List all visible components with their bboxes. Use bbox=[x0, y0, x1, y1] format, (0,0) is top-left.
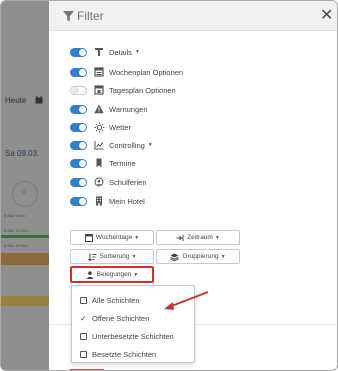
option-wetter[interactable]: Wetter bbox=[70, 120, 131, 134]
zeitraum-button[interactable]: Zeitraum ▼ bbox=[156, 230, 240, 245]
chevron-down-icon: ▼ bbox=[220, 253, 226, 260]
filter-icon bbox=[63, 11, 74, 22]
option-label: Details bbox=[109, 47, 132, 57]
arrow-right-to-line-icon bbox=[176, 234, 184, 241]
sun-icon bbox=[93, 121, 105, 133]
toggle-switch[interactable] bbox=[70, 177, 87, 187]
warning-icon bbox=[93, 103, 105, 115]
option-label: Termine bbox=[109, 158, 136, 168]
option-label: Tagesplan Optionen bbox=[109, 85, 176, 95]
checkmark-icon: ✓ bbox=[80, 313, 87, 323]
toggle-switch[interactable] bbox=[70, 158, 87, 168]
chevron-down-icon: ▼ bbox=[133, 271, 139, 278]
menu-item-besetzte-schichten[interactable]: Besetzte Schichten bbox=[80, 348, 156, 360]
time-summary-3: 0 Std. 15 Min. bbox=[4, 243, 29, 248]
calendar-week-icon bbox=[93, 66, 105, 78]
checkbox-icon[interactable] bbox=[80, 350, 87, 358]
option-label: Controlling bbox=[109, 140, 145, 150]
toggle-switch[interactable] bbox=[70, 196, 87, 206]
option-label: Wochenplan Optionen bbox=[109, 67, 184, 77]
filter-panel: Filter ✕ Details ▼ Wochenplan Optionen T… bbox=[49, 1, 337, 370]
option-wochenplan[interactable]: Wochenplan Optionen bbox=[70, 65, 183, 79]
option-label: Wetter bbox=[109, 122, 131, 132]
time-summary-1: 0 Std. 0 Min. bbox=[4, 213, 27, 218]
option-controlling[interactable]: Controlling ▼ bbox=[70, 138, 153, 152]
chart-line-icon bbox=[93, 139, 105, 151]
option-label: Warnungen bbox=[109, 104, 148, 114]
toggle-switch[interactable] bbox=[70, 85, 87, 95]
time-summary-2: 0 Std. 15 Min. bbox=[4, 228, 29, 233]
info-icon bbox=[93, 46, 105, 58]
today-label: Heute bbox=[5, 96, 27, 105]
option-label: Mein Hotel bbox=[109, 196, 145, 206]
chevron-down-icon: ▼ bbox=[214, 234, 220, 241]
chevron-down-icon: ▼ bbox=[134, 49, 140, 55]
summary-circle: 0 bbox=[12, 181, 38, 207]
sort-icon bbox=[87, 253, 97, 261]
option-mein-hotel[interactable]: Mein Hotel bbox=[70, 194, 145, 208]
option-termine[interactable]: Termine bbox=[70, 156, 136, 170]
calendar-icon bbox=[35, 96, 43, 106]
checkbox-icon[interactable] bbox=[80, 296, 87, 304]
date-label: Sa 09.03. bbox=[5, 149, 40, 158]
belegungen-button[interactable]: Belegungen ▼ bbox=[70, 266, 154, 283]
option-label: Schulferien bbox=[109, 177, 147, 187]
toggle-switch[interactable] bbox=[70, 47, 87, 57]
chevron-down-icon: ▼ bbox=[134, 234, 140, 241]
panel-header: Filter ✕ bbox=[49, 1, 337, 31]
option-warnungen[interactable]: Warnungen bbox=[70, 102, 148, 116]
toggle-switch[interactable] bbox=[70, 140, 87, 150]
calendar-icon bbox=[84, 233, 93, 242]
shift-block bbox=[1, 296, 49, 306]
building-icon bbox=[93, 195, 105, 207]
calendar-day-icon bbox=[93, 84, 105, 96]
window-frame: Heute Sa 09.03. 0 0 Std. 0 Min. 0 Std. 1… bbox=[0, 0, 338, 371]
panel-title: Filter bbox=[63, 9, 104, 23]
user-icon bbox=[86, 270, 94, 279]
toggle-switch[interactable] bbox=[70, 122, 87, 132]
layers-icon bbox=[170, 253, 180, 261]
menu-item-offene-schichten[interactable]: ✓ Offene Schichten bbox=[80, 312, 149, 324]
background-app: Heute Sa 09.03. 0 0 Std. 0 Min. 0 Std. 1… bbox=[1, 1, 49, 370]
sortierung-button[interactable]: Sortierung ▼ bbox=[70, 249, 154, 264]
status-bar-green bbox=[1, 235, 49, 238]
checkbox-icon[interactable] bbox=[80, 332, 87, 340]
bookmark-icon bbox=[93, 157, 105, 169]
chevron-down-icon: ▼ bbox=[131, 253, 137, 260]
option-tagesplan[interactable]: Tagesplan Optionen bbox=[70, 83, 176, 97]
toggle-switch[interactable] bbox=[70, 67, 87, 77]
chevron-down-icon: ▼ bbox=[147, 142, 153, 148]
wochentage-button[interactable]: Wochentage ▼ bbox=[70, 230, 154, 245]
school-icon bbox=[93, 176, 105, 188]
annotation-arrow-icon bbox=[164, 291, 209, 310]
close-button[interactable]: ✕ bbox=[320, 5, 333, 25]
option-schulferien[interactable]: Schulferien bbox=[70, 175, 147, 189]
shift-block bbox=[1, 253, 49, 265]
option-details[interactable]: Details ▼ bbox=[70, 45, 140, 59]
menu-item-unterbesetzte-schichten[interactable]: Unterbesetzte Schichten bbox=[80, 330, 174, 342]
gruppierung-button[interactable]: Gruppierung ▼ bbox=[156, 249, 240, 264]
toggle-switch[interactable] bbox=[70, 104, 87, 114]
menu-item-alle-schichten[interactable]: Alle Schichten bbox=[80, 294, 140, 306]
